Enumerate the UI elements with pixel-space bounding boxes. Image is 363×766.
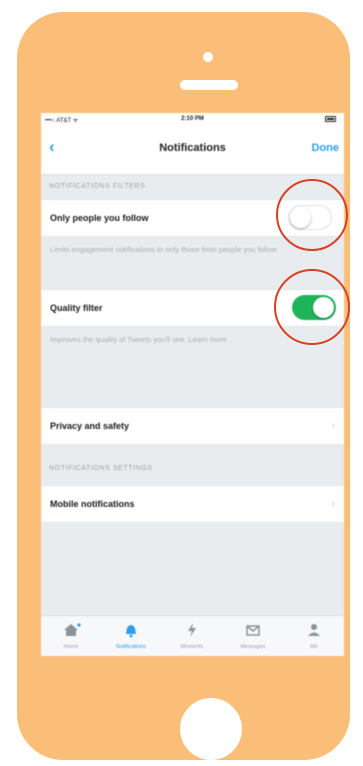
quality-filter-label: Quality filter: [50, 303, 103, 313]
tab-home-label: Home: [63, 644, 79, 650]
highlight-circle-follow-toggle: [276, 179, 348, 251]
mobile-notifications-label: Mobile notifications: [50, 499, 135, 509]
status-bar: •••○ AT&T ᯤ 2:10 PM: [41, 113, 344, 126]
settings-section-header: NOTIFICATIONS SETTINGS: [49, 465, 153, 472]
chevron-right-icon: ›: [331, 420, 335, 432]
privacy-and-safety-label: Privacy and safety: [50, 421, 130, 431]
tab-messages[interactable]: Messages: [223, 616, 283, 656]
navigation-bar: ‹ Notifications Done: [41, 126, 344, 175]
envelope-icon: [246, 625, 260, 636]
tab-me[interactable]: Me: [284, 616, 344, 656]
tab-home[interactable]: Home: [41, 616, 101, 656]
privacy-and-safety-row[interactable]: Privacy and safety ›: [41, 407, 344, 445]
battery-icon: [325, 116, 339, 122]
tab-moments[interactable]: Moments: [162, 616, 222, 656]
person-icon: [308, 624, 320, 636]
chevron-right-icon: ›: [331, 498, 335, 510]
only-people-you-follow-label: Only people you follow: [50, 213, 149, 223]
tab-messages-label: Messages: [240, 644, 266, 650]
tab-moments-label: Moments: [180, 644, 204, 650]
page-title: Notifications: [159, 142, 226, 154]
home-button[interactable]: [180, 698, 242, 760]
done-button[interactable]: Done: [312, 142, 340, 154]
lightning-icon: [188, 623, 196, 637]
mobile-notifications-row[interactable]: Mobile notifications ›: [41, 485, 344, 523]
home-icon: [64, 623, 81, 636]
tab-notifications-label: Notifications: [116, 644, 146, 650]
tab-me-label: Me: [310, 644, 318, 650]
camera-dot: [203, 52, 213, 62]
tab-notifications[interactable]: Notifications: [101, 616, 161, 656]
speaker-slot: [180, 80, 238, 90]
highlight-circle-quality-toggle: [274, 269, 350, 345]
status-time: 2:10 PM: [181, 116, 204, 122]
only-people-description: Limits engagement notifications to only …: [50, 245, 277, 254]
bell-icon: [126, 625, 136, 638]
tab-bar: Home Notifications Moments Messages Me: [41, 615, 344, 656]
